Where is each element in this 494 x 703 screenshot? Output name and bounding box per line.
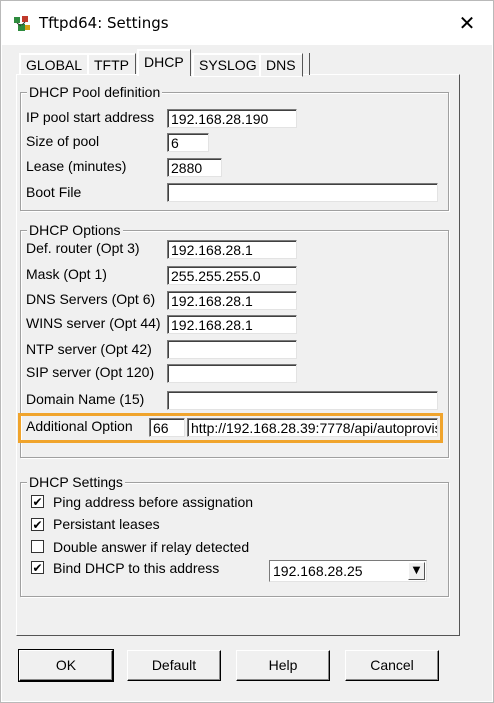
pool-start-input[interactable]: 192.168.28.190 [167, 109, 297, 128]
bind-address-select[interactable]: 192.168.28.25 ▼ [269, 560, 427, 582]
mask-input[interactable]: 255.255.255.0 [167, 266, 297, 285]
tab-dhcp[interactable]: DHCP [137, 49, 191, 76]
mask-label: Mask (Opt 1) [26, 266, 107, 282]
double-answer-label: Double answer if relay detected [53, 539, 250, 555]
pool-start-label: IP pool start address [26, 109, 155, 125]
window-title: Tftpd64: Settings [39, 14, 169, 32]
additional-option-number-input[interactable]: 66 [149, 418, 185, 437]
lease-label: Lease (minutes) [26, 158, 127, 174]
additional-option-label: Additional Option [26, 418, 133, 434]
double-answer-checkbox[interactable] [31, 540, 44, 553]
bind-address-value: 192.168.28.25 [273, 563, 363, 579]
wins-label: WINS server (Opt 44) [26, 315, 161, 331]
ntp-label: NTP server (Opt 42) [26, 341, 152, 357]
router-label: Def. router (Opt 3) [26, 240, 140, 256]
additional-option-value-input[interactable]: http://192.168.28.39:7778/api/autoprovis [187, 418, 438, 437]
boot-file-input[interactable] [167, 183, 438, 202]
lease-input[interactable]: 2880 [167, 158, 222, 177]
close-icon[interactable]: ✕ [453, 10, 481, 36]
tab-syslog[interactable]: SYSLOG [192, 53, 264, 77]
boot-file-label: Boot File [26, 184, 82, 200]
settings-window: Tftpd64: Settings ✕ GLOBAL TFTP DHCP SYS… [0, 0, 494, 703]
domain-input[interactable] [167, 391, 438, 410]
persistant-checkbox[interactable]: ✔ [31, 518, 44, 531]
tab-strip-end [309, 53, 310, 75]
chevron-down-icon[interactable]: ▼ [408, 562, 425, 580]
bind-dhcp-checkbox[interactable]: ✔ [31, 561, 44, 574]
settings-legend: DHCP Settings [27, 474, 125, 490]
ntp-input[interactable] [167, 340, 297, 359]
pool-legend: DHCP Pool definition [27, 84, 163, 100]
ok-button[interactable]: OK [18, 649, 114, 682]
wins-input[interactable]: 192.168.28.1 [167, 315, 297, 334]
default-button[interactable]: Default [127, 650, 221, 681]
title-bar: Tftpd64: Settings ✕ [1, 1, 493, 45]
ping-label: Ping address before assignation [53, 494, 254, 510]
sip-label: SIP server (Opt 120) [26, 364, 155, 380]
help-button[interactable]: Help [236, 650, 330, 681]
pool-size-input[interactable]: 6 [167, 133, 209, 152]
domain-label: Domain Name (15) [26, 391, 145, 407]
tab-dns[interactable]: DNS [259, 53, 303, 77]
pool-size-label: Size of pool [26, 133, 100, 149]
options-legend: DHCP Options [27, 222, 123, 238]
persistant-label: Persistant leases [53, 516, 160, 532]
bind-dhcp-label: Bind DHCP to this address [53, 560, 220, 576]
router-input[interactable]: 192.168.28.1 [167, 240, 297, 259]
cancel-button[interactable]: Cancel [345, 650, 439, 681]
sip-input[interactable] [167, 364, 297, 383]
dns-input[interactable]: 192.168.28.1 [167, 291, 297, 310]
ping-checkbox[interactable]: ✔ [31, 495, 44, 508]
dns-label: DNS Servers (Opt 6) [26, 291, 156, 307]
tftpd-app-icon [14, 16, 30, 31]
